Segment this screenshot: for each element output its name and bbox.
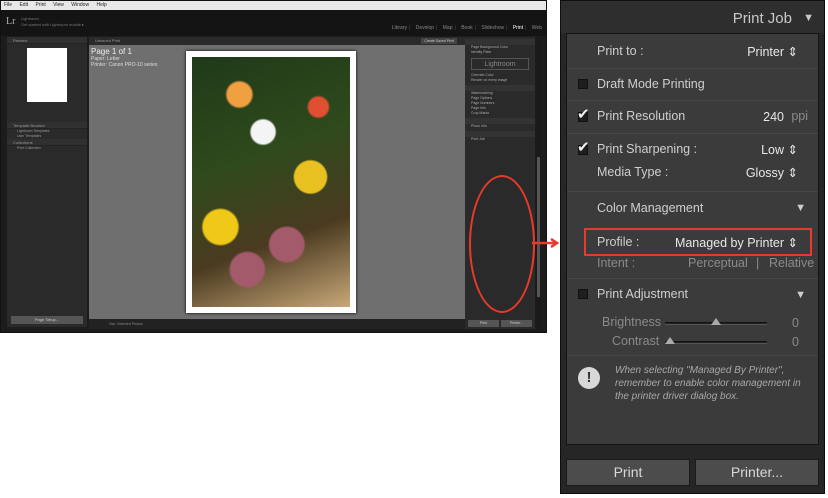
right-row[interactable]: Render on every image <box>465 78 535 83</box>
module-library[interactable]: Library <box>392 25 407 31</box>
menu-window[interactable]: Window <box>71 2 89 8</box>
printer-button[interactable]: Printer... <box>695 459 819 486</box>
lightroom-logo: Lr <box>6 16 16 27</box>
module-web[interactable]: Web <box>532 25 542 31</box>
media-type-value: Glossy <box>745 166 785 180</box>
module-book[interactable]: Book <box>461 25 472 31</box>
checkmark-icon: ✔ <box>577 139 590 156</box>
module-develop[interactable]: Develop <box>416 25 434 31</box>
menu-print[interactable]: Print <box>35 2 45 8</box>
page-printer: Printer: Canon PRO-10 series <box>91 62 158 68</box>
intent-label: Intent : <box>597 256 636 270</box>
intent-relative-option[interactable]: Relative <box>769 256 814 270</box>
right-row[interactable]: Photo Info <box>465 124 535 129</box>
draft-mode-checkbox[interactable] <box>578 79 588 89</box>
use-selected-label[interactable]: Use: Selected Photos <box>109 322 143 326</box>
identity-plate-preview[interactable]: Lightroom <box>471 58 529 70</box>
right-row[interactable]: Crop Marks <box>465 111 535 116</box>
intent-perceptual-option[interactable]: Perceptual <box>688 256 748 270</box>
print-button[interactable]: Print <box>566 459 690 486</box>
print-resolution-label: Print Resolution <box>597 109 686 123</box>
preview-header[interactable]: Preview <box>7 37 87 44</box>
print-sharpening-label: Print Sharpening : <box>597 142 698 156</box>
module-slideshow[interactable]: Slideshow <box>481 25 504 31</box>
print-adjustment-label: Print Adjustment <box>597 287 689 301</box>
menu-file[interactable]: File <box>4 2 12 8</box>
filmstrip-bar: Use: Selected Photos <box>89 319 465 329</box>
menu-edit[interactable]: Edit <box>19 2 28 8</box>
print-job-header[interactable]: Print Job ▼ <box>561 1 824 33</box>
print-to-value: Printer <box>747 45 785 59</box>
info-message: When selecting "Managed By Printer", rem… <box>615 365 801 402</box>
info-icon: ! <box>578 367 600 389</box>
collapse-triangle-icon[interactable]: ▼ <box>803 12 814 24</box>
media-type-select[interactable]: Glossy ⇕ <box>746 165 798 180</box>
unsaved-print-label: Unsaved Print <box>95 38 121 43</box>
flower-photo[interactable] <box>192 57 350 307</box>
page-setup-button[interactable]: Page Setup... <box>11 316 83 324</box>
menu-bar: File Edit Print View Window Help <box>1 1 546 10</box>
brightness-label: Brightness <box>602 315 662 329</box>
print-page <box>186 51 356 313</box>
collection-item[interactable]: Print Collection <box>7 146 87 151</box>
menu-help[interactable]: Help <box>96 2 106 8</box>
color-management-triangle-icon[interactable]: ▼ <box>795 202 806 214</box>
updown-arrow-icon: ⇕ <box>787 45 798 59</box>
page-count: Page 1 of 1 <box>91 47 132 56</box>
media-type-label: Media Type : <box>597 165 669 179</box>
brightness-value[interactable]: 0 <box>792 316 799 330</box>
print-sharpening-select[interactable]: Low ⇕ <box>761 142 798 157</box>
print-to-label: Print to : <box>597 44 644 58</box>
print-button-mini[interactable]: Print <box>468 320 499 327</box>
print-resolution-unit: ppi <box>791 109 808 123</box>
brightness-slider-handle[interactable] <box>711 318 721 325</box>
identity-text: Lightroom Get started with Lightroom mob… <box>21 16 84 28</box>
scrollbar[interactable] <box>536 37 541 329</box>
contrast-label: Contrast <box>612 334 660 348</box>
page-info: Page 1 of 1 Paper: Letter Printer: Canon… <box>91 47 157 68</box>
highlight-circle <box>469 175 535 313</box>
canvas-topbar: Unsaved Print Create Saved Print <box>89 37 465 45</box>
left-panel: Preview Template Browser Lightroom Templ… <box>7 37 87 327</box>
module-picker: Library | Develop | Map | Book | Slideshow | … <box>391 25 542 31</box>
print-job-mini-header[interactable]: Print Job <box>465 137 535 142</box>
print-to-select[interactable]: Printer ⇕ <box>747 44 798 59</box>
print-adjustment-triangle-icon[interactable]: ▼ <box>795 289 806 301</box>
module-map[interactable]: Map <box>443 25 453 31</box>
contrast-slider-handle[interactable] <box>665 337 675 344</box>
print-canvas: Unsaved Print Create Saved Print Page 1 … <box>89 37 465 329</box>
updown-arrow-icon: ⇕ <box>787 166 798 180</box>
profile-highlight-box <box>584 228 812 256</box>
print-resolution-value[interactable]: 240 <box>763 110 784 124</box>
collections-header[interactable]: Collections <box>7 139 87 146</box>
page-preview <box>27 48 67 102</box>
draft-mode-label: Draft Mode Printing <box>597 77 705 91</box>
contrast-slider[interactable] <box>665 341 767 344</box>
template-browser-header[interactable]: Template Browser <box>7 122 87 129</box>
print-sharpening-value: Low <box>761 143 785 157</box>
module-print[interactable]: Print <box>513 25 523 31</box>
scrollbar-thumb[interactable] <box>537 157 540 297</box>
intent-separator: | <box>756 256 760 270</box>
create-saved-print-button[interactable]: Create Saved Print <box>421 38 457 44</box>
print-buttons-mini: Print Printer... <box>465 320 535 327</box>
print-job-title: Print Job <box>732 10 792 27</box>
checkmark-icon: ✔ <box>577 106 590 123</box>
contrast-value[interactable]: 0 <box>792 335 799 349</box>
menu-view[interactable]: View <box>53 2 64 8</box>
color-management-header[interactable]: Color Management <box>597 201 703 215</box>
printer-button-mini[interactable]: Printer... <box>501 320 532 327</box>
print-job-panel: Print Job ▼ Print to : Printer ⇕ Draft M… <box>560 0 825 494</box>
print-adjustment-checkbox[interactable] <box>578 289 588 299</box>
arrow-icon <box>532 238 560 248</box>
identity-line-2[interactable]: Get started with Lightroom mobile ▸ <box>21 22 84 28</box>
right-row[interactable]: Identity Plate <box>465 50 535 55</box>
updown-arrow-icon: ⇕ <box>787 143 798 157</box>
lightroom-window: File Edit Print View Window Help Lr Ligh… <box>0 0 547 333</box>
